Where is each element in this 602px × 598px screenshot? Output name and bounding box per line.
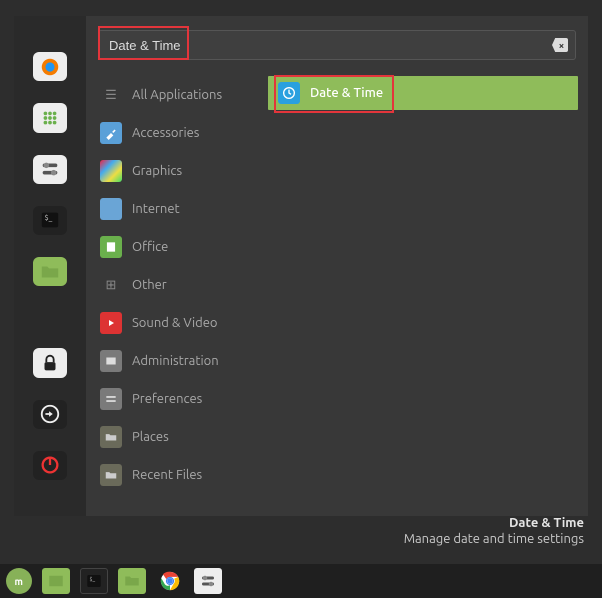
- firefox-icon: [39, 56, 61, 78]
- category-label: Places: [132, 430, 169, 444]
- sound-video-icon: [100, 312, 122, 334]
- category-office[interactable]: Office: [96, 228, 256, 266]
- category-graphics[interactable]: Graphics: [96, 152, 256, 190]
- office-icon: [100, 236, 122, 258]
- clock-icon: [278, 82, 300, 104]
- power-icon: [39, 454, 61, 476]
- results-list: Date & Time: [268, 76, 578, 494]
- category-icon: ☰: [100, 84, 122, 106]
- category-administration[interactable]: Administration: [96, 342, 256, 380]
- category-label: Office: [132, 240, 168, 254]
- administration-icon: [100, 350, 122, 372]
- favorite-software[interactable]: [33, 103, 67, 132]
- category-label: Internet: [132, 202, 180, 216]
- backspace-icon: ×: [559, 40, 565, 51]
- favorite-files[interactable]: [33, 257, 67, 286]
- category-preferences[interactable]: Preferences: [96, 380, 256, 418]
- category-label: Recent Files: [132, 468, 202, 482]
- category-other[interactable]: ⊞ Other: [96, 266, 256, 304]
- search-container: ×: [98, 30, 576, 60]
- mint-logo-icon: m: [10, 572, 28, 590]
- taskbar-files[interactable]: [118, 568, 146, 594]
- recent-files-icon: [100, 464, 122, 486]
- mint-menu-button[interactable]: m: [6, 568, 32, 594]
- category-recent-files[interactable]: Recent Files: [96, 456, 256, 494]
- lock-icon: [39, 352, 61, 374]
- category-sound-video[interactable]: Sound & Video: [96, 304, 256, 342]
- svg-text:$_: $_: [45, 214, 53, 222]
- category-places[interactable]: Places: [96, 418, 256, 456]
- folder-icon: [39, 261, 61, 283]
- category-internet[interactable]: Internet: [96, 190, 256, 228]
- apps-grid-icon: [39, 107, 61, 129]
- svg-text:m: m: [15, 576, 23, 587]
- preferences-icon: [100, 388, 122, 410]
- category-list: ☰ All Applications Accessories Graphics I…: [96, 76, 256, 494]
- other-icon: ⊞: [100, 274, 122, 296]
- folder-icon: [123, 572, 141, 590]
- accessories-icon: [100, 122, 122, 144]
- app-description-tooltip: Date & Time Manage date and time setting…: [404, 516, 584, 546]
- power-button[interactable]: [33, 451, 67, 480]
- category-label: All Applications: [132, 88, 222, 102]
- favorite-terminal[interactable]: $_: [33, 206, 67, 235]
- category-label: Sound & Video: [132, 316, 218, 330]
- taskbar: m $_: [0, 564, 602, 598]
- category-label: Accessories: [132, 126, 199, 140]
- lock-screen-button[interactable]: [33, 348, 67, 377]
- toggles-icon: [199, 572, 217, 590]
- category-all-applications[interactable]: ☰ All Applications: [96, 76, 256, 114]
- taskbar-chrome[interactable]: [156, 568, 184, 594]
- favorite-firefox[interactable]: [33, 52, 67, 81]
- taskbar-terminal[interactable]: $_: [80, 568, 108, 594]
- result-label: Date & Time: [310, 86, 383, 100]
- result-date-time[interactable]: Date & Time: [268, 76, 578, 110]
- desktop-icon: [47, 572, 65, 590]
- places-icon: [100, 426, 122, 448]
- taskbar-show-desktop[interactable]: [42, 568, 70, 594]
- chrome-icon: [159, 570, 181, 592]
- graphics-icon: [100, 160, 122, 182]
- tooltip-title: Date & Time: [404, 516, 584, 530]
- search-clear-button[interactable]: ×: [552, 38, 568, 52]
- category-label: Other: [132, 278, 167, 292]
- logout-button[interactable]: [33, 400, 67, 429]
- svg-text:$_: $_: [90, 576, 96, 582]
- terminal-icon: $_: [85, 572, 103, 590]
- application-menu: $_ × ☰All Applications Accessorie: [14, 16, 588, 516]
- category-label: Administration: [132, 354, 219, 368]
- favorites-sidebar: $_: [14, 16, 86, 516]
- category-label: Graphics: [132, 164, 182, 178]
- terminal-icon: $_: [39, 209, 61, 231]
- category-accessories[interactable]: Accessories: [96, 114, 256, 152]
- search-input[interactable]: [98, 30, 576, 60]
- category-label: Preferences: [132, 392, 202, 406]
- favorite-settings[interactable]: [33, 155, 67, 184]
- logout-icon: [39, 403, 61, 425]
- toggles-icon: [39, 158, 61, 180]
- taskbar-settings[interactable]: [194, 568, 222, 594]
- menu-main: × ☰ All Applications Accessories Graphics…: [86, 16, 588, 516]
- internet-icon: [100, 198, 122, 220]
- tooltip-description: Manage date and time settings: [404, 532, 584, 546]
